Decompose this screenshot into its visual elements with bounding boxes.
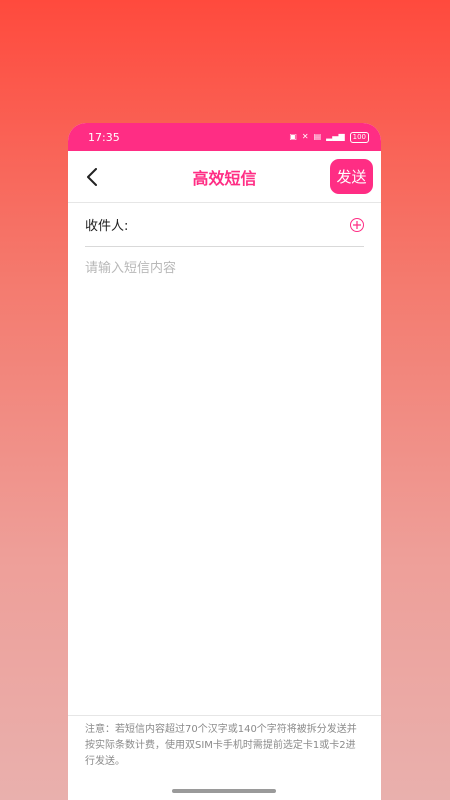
sim-icon: ▣: [289, 132, 297, 141]
hd-icon: ▤: [313, 132, 322, 141]
mute-icon: ✕: [301, 132, 309, 141]
back-icon: [87, 167, 97, 186]
status-time: 17:35: [88, 130, 120, 144]
battery-icon: 100: [349, 131, 369, 143]
add-recipient-button[interactable]: [350, 217, 364, 232]
recipient-label: 收件人:: [85, 219, 129, 234]
add-recipient-icon: [353, 220, 361, 229]
header: 高效短信 发送: [68, 151, 381, 203]
status-icons: ▣ ✕ ▤ ▂▄▆ 100: [289, 131, 369, 143]
send-button[interactable]: 发送: [330, 159, 373, 194]
recipient-field[interactable]: 收件人:: [85, 203, 364, 247]
notice-text: 注意：若短信内容超过70个汉字或140个字符将被拆分发送并按实际条数计费，使用双…: [68, 715, 381, 770]
signal-icon: ▂▄▆: [326, 132, 345, 141]
status-bar: 17:35 ▣ ✕ ▤ ▂▄▆ 100: [68, 123, 381, 151]
message-input[interactable]: [85, 257, 364, 697]
back-button[interactable]: [80, 165, 104, 189]
home-indicator[interactable]: [172, 789, 276, 793]
app-window: 17:35 ▣ ✕ ▤ ▂▄▆ 100 高效短信 发送 收件人: 注意：若短信内…: [68, 123, 381, 800]
